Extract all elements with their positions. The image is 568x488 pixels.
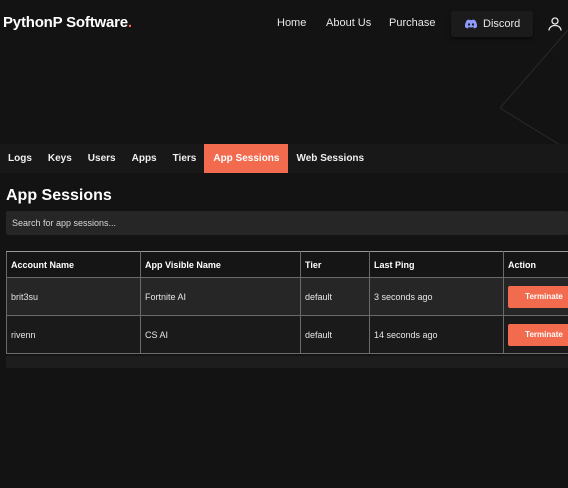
cell-app: Fortnite AI: [140, 277, 301, 316]
table-row: rivenn CS AI default 14 seconds ago Term…: [6, 315, 568, 354]
tab-web-sessions[interactable]: Web Sessions: [288, 144, 372, 173]
top-nav: PythonP Software. Home About Us Purchase…: [0, 0, 568, 48]
page: PythonP Software. Home About Us Purchase…: [0, 0, 568, 488]
nav-about-link[interactable]: About Us: [326, 17, 371, 29]
column-header-app: App Visible Name: [140, 251, 301, 278]
column-header-action: Action: [503, 251, 568, 278]
discord-button[interactable]: Discord: [451, 11, 533, 37]
table-row: brit3su Fortnite AI default 3 seconds ag…: [6, 277, 568, 316]
tab-bar: Logs Keys Users Apps Tiers App Sessions …: [0, 144, 568, 173]
discord-icon: [465, 19, 477, 29]
page-title: App Sessions: [6, 187, 112, 204]
cell-action: Terminate: [503, 277, 568, 316]
cell-account: rivenn: [6, 315, 141, 354]
table-footer: [6, 356, 568, 368]
terminate-button[interactable]: Terminate: [508, 285, 568, 308]
nav-home-link[interactable]: Home: [277, 17, 306, 29]
tab-apps[interactable]: Apps: [124, 144, 165, 173]
tab-users[interactable]: Users: [80, 144, 124, 173]
tab-tiers[interactable]: Tiers: [165, 144, 205, 173]
nav-purchase-link[interactable]: Purchase: [389, 17, 435, 29]
table-header-row: Account Name App Visible Name Tier Last …: [6, 251, 568, 278]
user-icon[interactable]: [547, 16, 563, 32]
tab-logs[interactable]: Logs: [0, 144, 40, 173]
column-header-tier: Tier: [300, 251, 370, 278]
cell-app: CS AI: [140, 315, 301, 354]
column-header-last-ping: Last Ping: [369, 251, 504, 278]
cell-tier: default: [300, 277, 370, 316]
decorative-lines: [499, 29, 568, 151]
brand-logo[interactable]: PythonP Software.: [3, 14, 132, 31]
discord-label: Discord: [483, 18, 521, 30]
search-input[interactable]: [6, 211, 568, 235]
cell-account: brit3su: [6, 277, 141, 316]
cell-last-ping: 14 seconds ago: [369, 315, 504, 354]
tab-keys[interactable]: Keys: [40, 144, 80, 173]
column-header-account: Account Name: [6, 251, 141, 278]
terminate-button[interactable]: Terminate: [508, 323, 568, 346]
cell-tier: default: [300, 315, 370, 354]
sessions-table: Account Name App Visible Name Tier Last …: [6, 251, 568, 354]
tab-app-sessions[interactable]: App Sessions: [204, 144, 289, 173]
cell-action: Terminate: [503, 315, 568, 354]
cell-last-ping: 3 seconds ago: [369, 277, 504, 316]
